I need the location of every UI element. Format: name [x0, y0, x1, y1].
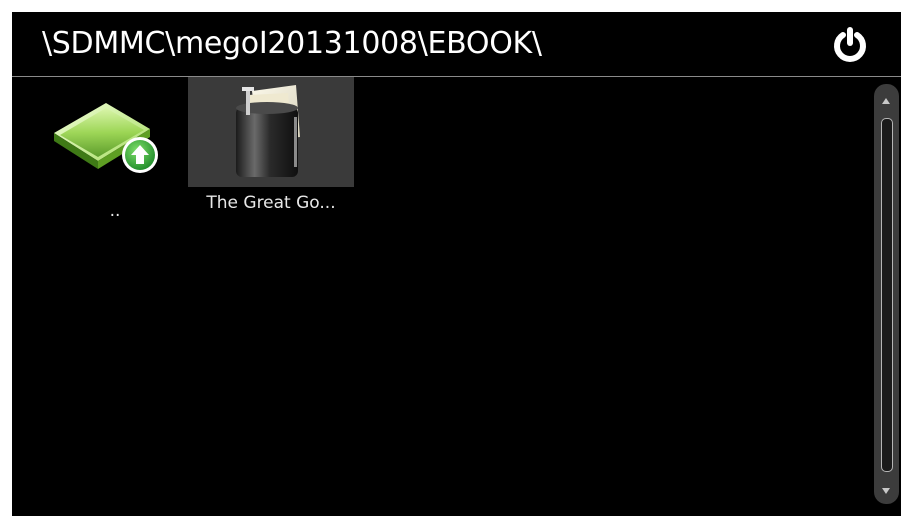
scroll-down-icon[interactable]: [882, 488, 890, 494]
folder-up-icon: [32, 85, 198, 195]
vertical-scrollbar[interactable]: [874, 84, 899, 504]
power-icon: [834, 27, 866, 62]
file-browser-screen: \SDMMC\megoI20131008\EBOOK\ .. The Great…: [12, 12, 901, 516]
current-path: \SDMMC\megoI20131008\EBOOK\: [42, 26, 542, 61]
parent-folder-item[interactable]: ..: [32, 85, 198, 221]
item-label: ..: [109, 201, 121, 221]
header-bar: \SDMMC\megoI20131008\EBOOK\: [12, 12, 901, 77]
ebook-icon: [188, 77, 354, 187]
scroll-thumb[interactable]: [881, 118, 893, 472]
item-label: The Great Go...: [206, 193, 336, 213]
scroll-up-icon[interactable]: [882, 98, 890, 104]
ebook-file-item[interactable]: The Great Go...: [188, 77, 354, 213]
power-button[interactable]: [830, 26, 870, 64]
file-grid: .. The Great Go...: [12, 77, 872, 516]
